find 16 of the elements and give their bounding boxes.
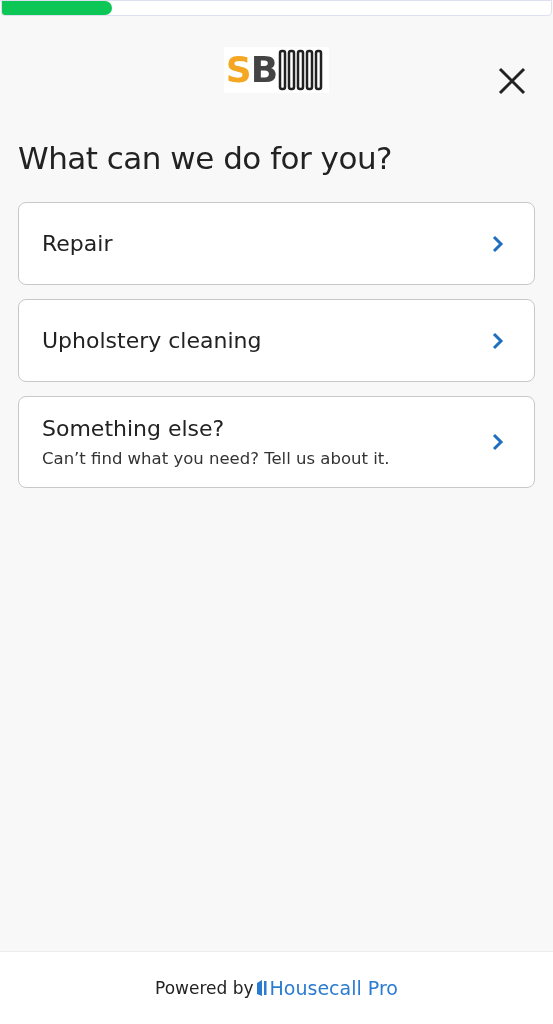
close-button[interactable] bbox=[497, 66, 527, 96]
chevron-icon bbox=[492, 234, 504, 253]
service-option[interactable]: Repair bbox=[18, 202, 535, 285]
brand-link[interactable]: Housecall Pro bbox=[269, 977, 398, 999]
service-option[interactable]: Upholstery cleaning bbox=[18, 299, 535, 382]
option-label: Upholstery cleaning bbox=[42, 328, 262, 353]
option-description: Can’t find what you need? Tell us about it. bbox=[42, 449, 390, 468]
powered-by-text: Powered by bbox=[155, 978, 254, 998]
option-label: Something else? bbox=[42, 416, 226, 441]
service-option[interactable]: Something else? Can’t find what you need? Tell us about it. bbox=[18, 396, 535, 488]
option-label: Repair bbox=[42, 231, 113, 256]
chevron-icon bbox=[492, 433, 504, 451]
brand-icon bbox=[255, 979, 268, 997]
company-logo: SB bbox=[223, 47, 330, 93]
page-title: What can we do for you? bbox=[18, 140, 394, 176]
chevron-icon bbox=[492, 331, 504, 350]
